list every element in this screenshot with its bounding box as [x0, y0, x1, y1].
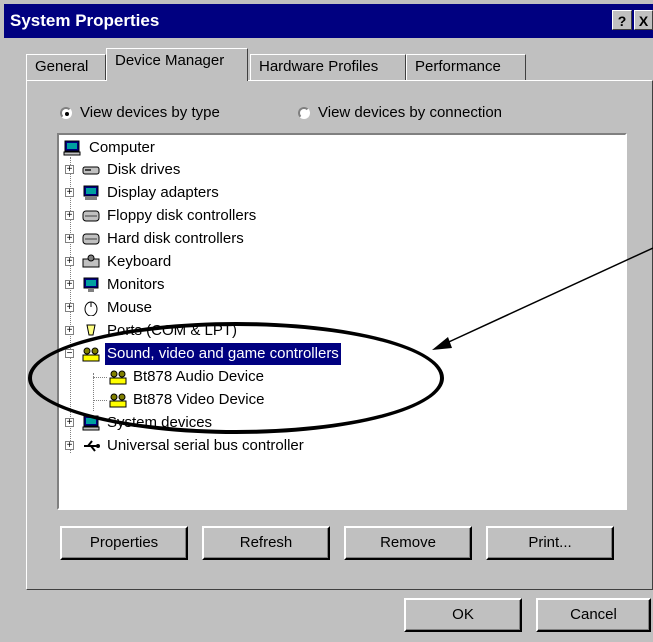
system-properties-window: System Properties ? X General Device Man… [0, 0, 653, 642]
tab-general[interactable]: General [26, 54, 106, 80]
expand-icon[interactable]: + [65, 441, 74, 451]
tree-item-label: Keyboard [107, 253, 172, 270]
title-bar[interactable]: System Properties ? X [4, 4, 653, 38]
tree-item-system-devices[interactable]: + System devices [65, 412, 465, 434]
tree-item-ports[interactable]: + Ports (COM & LPT) [65, 320, 465, 342]
expand-icon[interactable]: + [65, 165, 74, 175]
tree-item-label: Monitors [107, 276, 165, 293]
expand-icon[interactable]: + [65, 211, 74, 221]
device-tree[interactable]: Computer + Disk drives + Display adapter… [57, 133, 627, 510]
tree-item-floppy-disk-controllers[interactable]: + Floppy disk controllers [65, 205, 465, 227]
display-adapter-icon [82, 185, 100, 201]
expand-icon[interactable]: + [65, 418, 74, 428]
tree-item-label: Universal serial bus controller [107, 437, 304, 454]
hard-disk-controller-icon [82, 231, 100, 247]
tree-item-label: Bt878 Audio Device [133, 368, 264, 385]
help-button[interactable]: ? [612, 10, 632, 30]
tree-connector [93, 400, 107, 401]
tab-performance[interactable]: Performance [406, 54, 526, 80]
expand-icon[interactable]: + [65, 303, 74, 313]
floppy-controller-icon [82, 208, 100, 224]
audio-device-icon [109, 369, 127, 385]
disk-drive-icon [82, 162, 100, 178]
system-devices-icon [82, 415, 100, 431]
tree-item-label: System devices [107, 414, 213, 431]
tree-item-label: Floppy disk controllers [107, 207, 257, 224]
properties-button[interactable]: Properties [60, 526, 188, 560]
print-button[interactable]: Print... [486, 526, 614, 560]
window-title: System Properties [10, 11, 160, 30]
tree-item-label: Disk drives [107, 161, 181, 178]
view-by-connection-radio[interactable]: View devices by connection [298, 104, 502, 121]
keyboard-icon [82, 254, 100, 270]
port-icon [82, 323, 100, 339]
sound-controller-icon [82, 346, 100, 362]
usb-icon [82, 438, 100, 454]
tree-item-mouse[interactable]: + Mouse [65, 297, 465, 319]
view-by-type-radio[interactable]: View devices by type [60, 104, 220, 121]
tree-item-monitors[interactable]: + Monitors [65, 274, 465, 296]
tree-item-disk-drives[interactable]: + Disk drives [65, 159, 465, 181]
expand-icon[interactable]: + [65, 234, 74, 244]
tree-item-display-adapters[interactable]: + Display adapters [65, 182, 465, 204]
radio-unchecked-icon [298, 106, 310, 119]
monitor-icon [82, 277, 100, 293]
close-button[interactable]: X [634, 10, 653, 30]
tree-item-label: Display adapters [107, 184, 219, 201]
tree-item-label: Hard disk controllers [107, 230, 244, 247]
expand-icon[interactable]: + [65, 257, 74, 267]
tab-device-manager[interactable]: Device Manager [106, 48, 248, 81]
expand-icon[interactable]: + [65, 280, 74, 290]
tree-item-hard-disk-controllers[interactable]: + Hard disk controllers [65, 228, 465, 250]
tree-item-label: Bt878 Video Device [133, 391, 265, 408]
tree-item-label: Sound, video and game controllers [105, 343, 341, 365]
tree-item-label: Ports (COM & LPT) [107, 322, 238, 339]
expand-icon[interactable]: + [65, 326, 74, 336]
ok-button[interactable]: OK [404, 598, 522, 632]
remove-button[interactable]: Remove [344, 526, 472, 560]
tree-connector [93, 377, 107, 378]
tree-root-label: Computer [89, 139, 155, 156]
tree-item-keyboard[interactable]: + Keyboard [65, 251, 465, 273]
collapse-icon[interactable]: − [65, 349, 74, 359]
tree-item-label: Mouse [107, 299, 153, 316]
tree-item-sound-video-game[interactable]: − Sound, video and game controllers [65, 343, 465, 365]
expand-icon[interactable]: + [65, 188, 74, 198]
view-by-connection-label: View devices by connection [318, 104, 502, 121]
tab-hardware-profiles[interactable]: Hardware Profiles [250, 54, 406, 80]
tree-child-bt878-audio[interactable]: Bt878 Audio Device [89, 366, 469, 388]
mouse-icon [82, 300, 100, 317]
video-device-icon [109, 392, 127, 408]
refresh-button[interactable]: Refresh [202, 526, 330, 560]
view-by-type-label: View devices by type [80, 104, 220, 121]
computer-icon [63, 140, 81, 156]
radio-checked-icon [60, 106, 72, 119]
cancel-button[interactable]: Cancel [536, 598, 651, 632]
tree-item-usb[interactable]: + Universal serial bus controller [65, 435, 465, 457]
tree-child-bt878-video[interactable]: Bt878 Video Device [89, 389, 469, 411]
